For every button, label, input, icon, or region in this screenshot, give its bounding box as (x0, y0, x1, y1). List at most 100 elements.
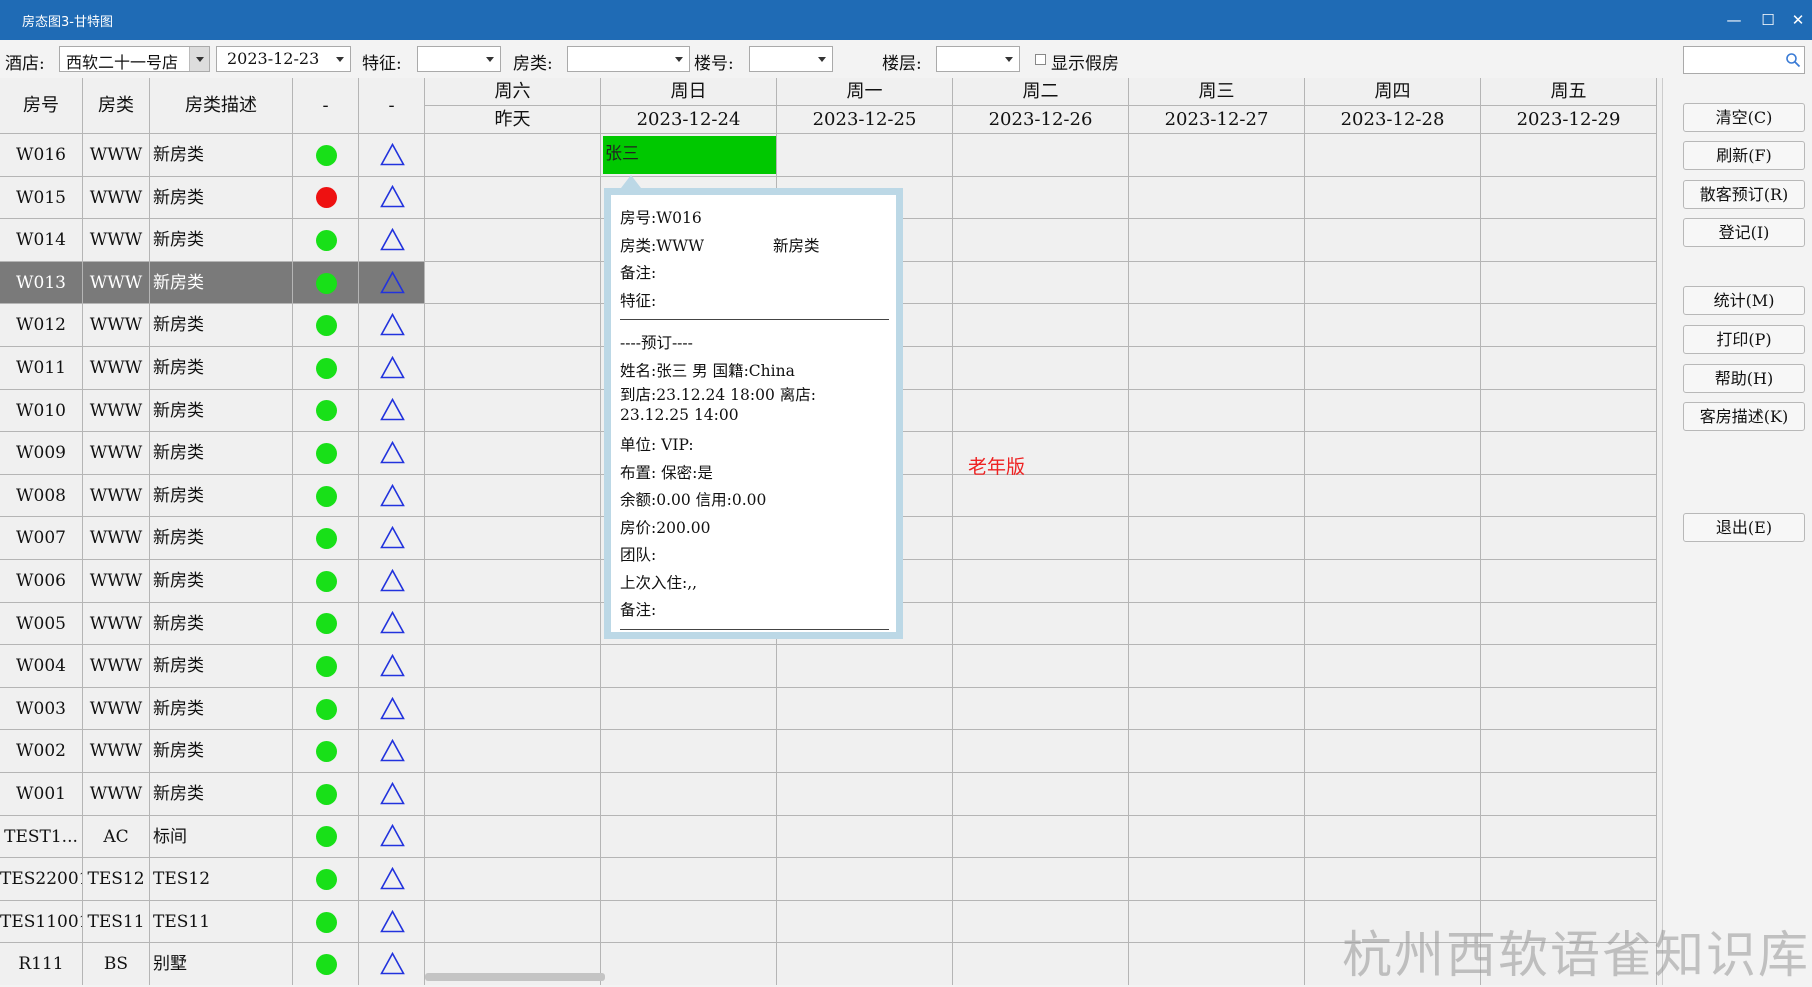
room-no-cell[interactable]: W003 (0, 687, 83, 731)
day-cell[interactable] (1481, 176, 1657, 220)
room-desc-cell[interactable]: 新房类 (150, 432, 293, 475)
hotel-select[interactable]: 西软二十一号店 (59, 46, 210, 72)
room-status-cell[interactable] (293, 645, 359, 688)
room-type-cell[interactable]: WWW (83, 645, 150, 688)
day-cell[interactable] (1481, 815, 1657, 859)
day-cell[interactable] (1129, 176, 1305, 220)
room-type-cell[interactable]: WWW (83, 560, 150, 603)
day-date-header[interactable]: 昨天 (425, 106, 601, 134)
day-cell[interactable] (953, 602, 1129, 646)
room-status-cell[interactable] (293, 176, 359, 220)
room-no-cell[interactable]: W014 (0, 219, 83, 262)
day-cell[interactable] (1481, 389, 1657, 433)
day-cell[interactable] (425, 176, 601, 220)
room-flag-cell[interactable] (359, 347, 425, 390)
day-cell[interactable] (953, 773, 1129, 816)
minimize-icon[interactable]: — (1720, 6, 1748, 34)
day-cell[interactable] (1129, 261, 1305, 305)
room-no-cell[interactable]: W016 (0, 134, 83, 177)
room-desc-button[interactable]: 客房描述(K) (1683, 402, 1805, 431)
chevron-down-icon[interactable] (480, 47, 500, 71)
day-cell[interactable] (953, 815, 1129, 859)
room-flag-cell[interactable] (359, 474, 425, 518)
room-flag-cell[interactable] (359, 261, 425, 305)
day-date-header[interactable]: 2023-12-29 (1481, 106, 1657, 134)
room-desc-cell[interactable]: 别墅 (150, 943, 293, 985)
day-cell[interactable] (425, 730, 601, 773)
day-cell[interactable] (1305, 474, 1481, 518)
room-type-cell[interactable]: WWW (83, 176, 150, 220)
day-cell[interactable] (953, 176, 1129, 220)
room-flag-cell[interactable] (359, 219, 425, 262)
day-cell[interactable] (1129, 304, 1305, 347)
day-cell[interactable] (777, 773, 953, 816)
room-desc-cell[interactable]: 新房类 (150, 347, 293, 390)
day-cell[interactable] (777, 858, 953, 901)
day-cell[interactable] (1305, 560, 1481, 603)
building-select[interactable] (749, 46, 833, 72)
search-icon[interactable] (1785, 52, 1801, 68)
day-cell[interactable] (1305, 645, 1481, 688)
day-cell[interactable] (425, 304, 601, 347)
day-cell[interactable] (1481, 474, 1657, 518)
room-status-cell[interactable] (293, 687, 359, 731)
room-flag-cell[interactable] (359, 304, 425, 347)
day-cell[interactable] (1129, 900, 1305, 944)
roomtype-select[interactable] (567, 46, 690, 72)
day-cell[interactable] (777, 134, 953, 177)
room-flag-cell[interactable] (359, 773, 425, 816)
feature-select[interactable] (417, 46, 501, 72)
room-desc-cell[interactable]: 新房类 (150, 687, 293, 731)
room-flag-cell[interactable] (359, 602, 425, 646)
day-cell[interactable] (1129, 347, 1305, 390)
room-desc-cell[interactable]: 新房类 (150, 219, 293, 262)
day-cell[interactable] (425, 687, 601, 731)
room-flag-cell[interactable] (359, 517, 425, 560)
room-type-cell[interactable]: WWW (83, 347, 150, 390)
day-cell[interactable] (425, 645, 601, 688)
room-status-cell[interactable] (293, 858, 359, 901)
day-cell[interactable] (1305, 261, 1481, 305)
room-desc-cell[interactable]: 新房类 (150, 474, 293, 518)
table-row[interactable]: W003 WWW 新房类 (0, 687, 1662, 731)
day-cell[interactable] (1129, 389, 1305, 433)
clear-button[interactable]: 清空(C) (1683, 103, 1805, 132)
room-desc-cell[interactable]: 新房类 (150, 602, 293, 646)
day-cell[interactable] (1129, 602, 1305, 646)
room-no-cell[interactable]: R111 (0, 943, 83, 985)
room-no-cell[interactable]: W005 (0, 602, 83, 646)
checkin-button[interactable]: 登记(I) (1683, 218, 1805, 247)
room-type-cell[interactable]: WWW (83, 730, 150, 773)
day-date-header[interactable]: 2023-12-25 (777, 106, 953, 134)
day-cell[interactable] (1129, 560, 1305, 603)
header-flag[interactable]: - (359, 78, 425, 134)
help-button[interactable]: 帮助(H) (1683, 364, 1805, 393)
room-desc-cell[interactable]: 新房类 (150, 517, 293, 560)
booking-bar[interactable]: 张三 (603, 136, 776, 174)
room-flag-cell[interactable] (359, 560, 425, 603)
room-status-cell[interactable] (293, 560, 359, 603)
day-cell[interactable] (425, 389, 601, 433)
room-status-cell[interactable] (293, 602, 359, 646)
room-no-cell[interactable]: TES11001 (0, 900, 83, 944)
close-icon[interactable]: ✕ (1784, 6, 1812, 34)
room-status-cell[interactable] (293, 474, 359, 518)
room-status-cell[interactable] (293, 219, 359, 262)
room-type-cell[interactable]: WWW (83, 773, 150, 816)
room-status-cell[interactable] (293, 347, 359, 390)
day-cell[interactable] (1481, 517, 1657, 560)
day-weekday-header[interactable]: 周三 (1129, 78, 1305, 106)
table-row[interactable]: W001 WWW 新房类 (0, 773, 1662, 816)
day-cell[interactable] (1481, 261, 1657, 305)
room-flag-cell[interactable] (359, 730, 425, 773)
room-status-cell[interactable] (293, 773, 359, 816)
header-room-desc[interactable]: 房类描述 (150, 78, 293, 134)
day-cell[interactable] (1481, 858, 1657, 901)
day-cell[interactable] (953, 347, 1129, 390)
room-no-cell[interactable]: W002 (0, 730, 83, 773)
day-cell[interactable] (601, 645, 777, 688)
day-cell[interactable] (1481, 773, 1657, 816)
day-date-header[interactable]: 2023-12-28 (1305, 106, 1481, 134)
day-cell[interactable] (953, 900, 1129, 944)
day-cell[interactable] (1129, 730, 1305, 773)
